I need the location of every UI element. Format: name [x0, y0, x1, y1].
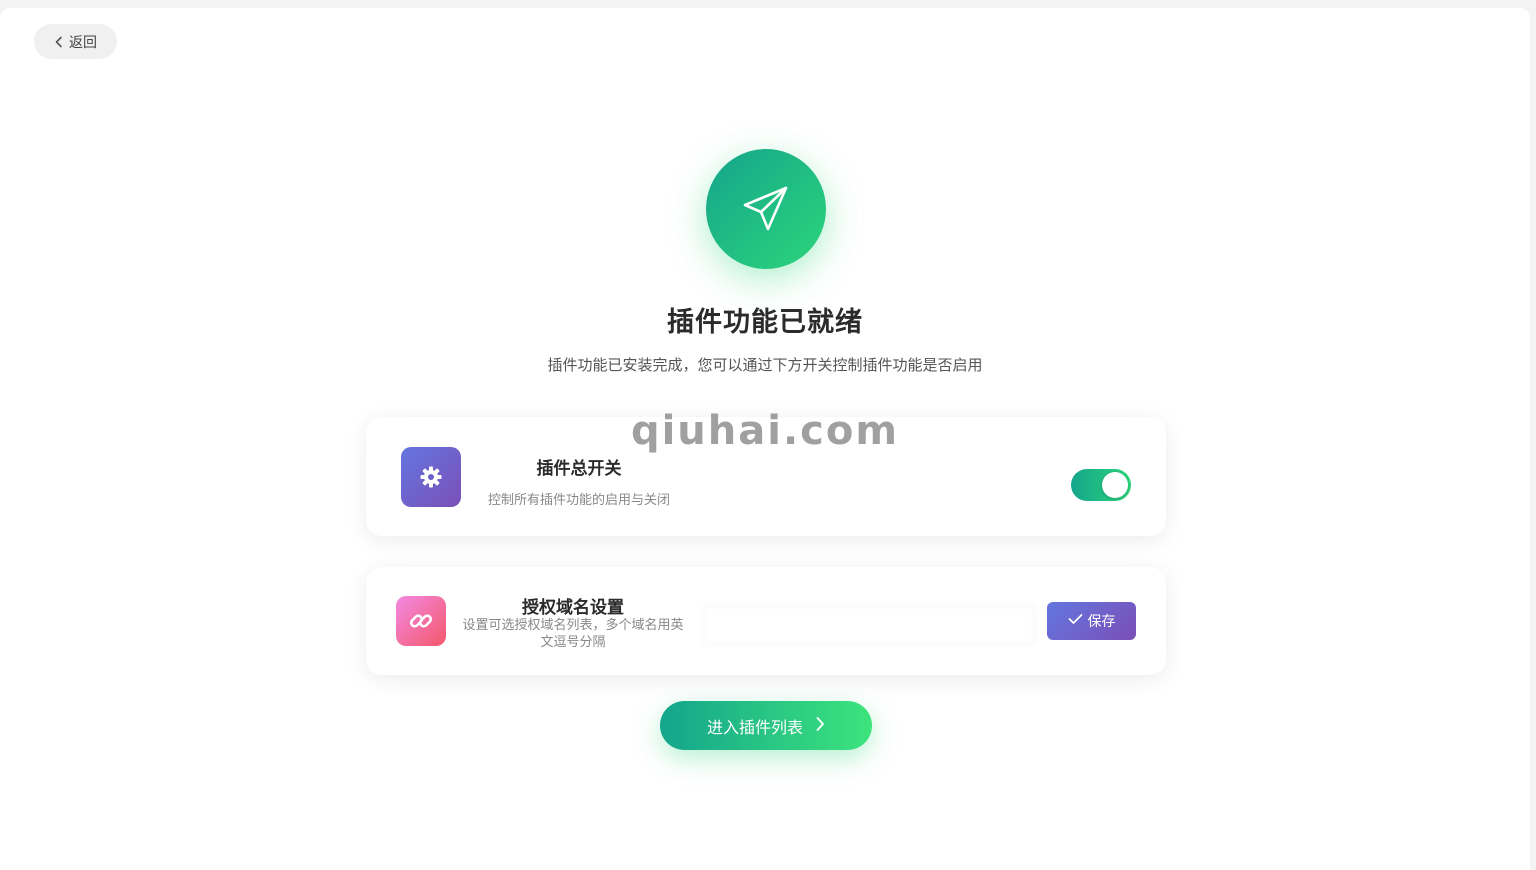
enter-plugin-list-label: 进入插件列表 [706, 717, 803, 737]
domain-list-input[interactable] [703, 605, 1035, 645]
save-button[interactable]: 保存 [1047, 602, 1136, 640]
gear-icon [401, 447, 461, 507]
switch-card-description: 控制所有插件功能的启用与关闭 [487, 493, 670, 508]
back-button[interactable]: 返回 [34, 24, 117, 59]
toggle-knob [1102, 472, 1128, 498]
domain-card-description: 设置可选授权域名列表，多个域名用英文逗号分隔 [462, 618, 684, 650]
page-frame: 返回 插件功能已就绪 插件功能已安装完成，您可以通过下方开关控制插件功能是否启用 [0, 8, 1530, 870]
back-button-label: 返回 [69, 34, 97, 51]
page-subtitle: 插件功能已安装完成，您可以通过下方开关控制插件功能是否启用 [547, 356, 983, 374]
plugin-master-toggle[interactable] [1071, 469, 1131, 501]
chevron-right-icon [815, 716, 825, 736]
switch-card-title: 插件总开关 [536, 459, 622, 479]
page-title: 插件功能已就绪 [667, 307, 863, 338]
domain-card-title: 授权域名设置 [522, 598, 624, 618]
link-icon [396, 596, 446, 646]
chevron-left-icon [54, 36, 64, 48]
paper-plane-icon [706, 149, 826, 269]
save-button-label: 保存 [1087, 614, 1116, 630]
check-icon [1068, 613, 1083, 629]
enter-plugin-list-button[interactable]: 进入插件列表 [660, 701, 872, 750]
domain-settings-card: 授权域名设置 设置可选授权域名列表，多个域名用英文逗号分隔 保存 [366, 567, 1166, 675]
plugin-switch-card: 插件总开关 控制所有插件功能的启用与关闭 [366, 417, 1166, 536]
